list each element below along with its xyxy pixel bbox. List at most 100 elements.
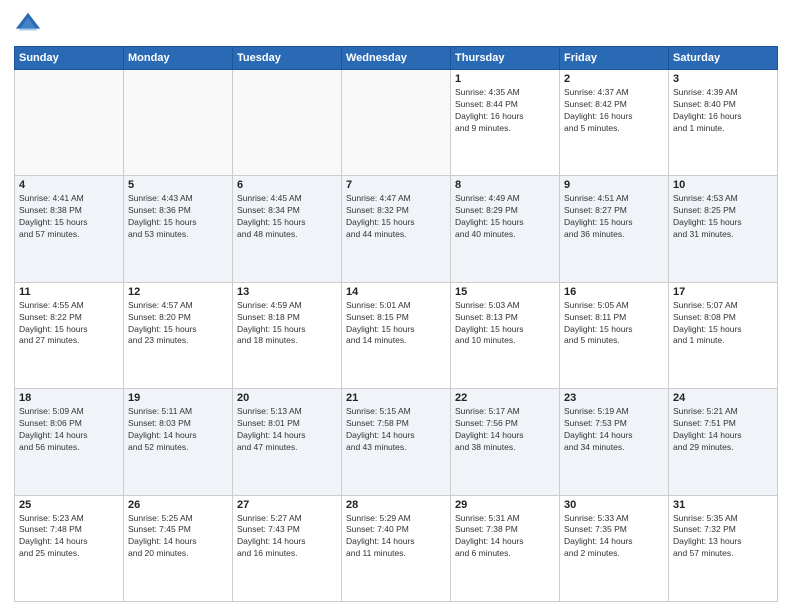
day-info: Sunrise: 5:01 AMSunset: 8:15 PMDaylight:… bbox=[346, 300, 446, 348]
day-number: 26 bbox=[128, 499, 228, 511]
day-number: 28 bbox=[346, 499, 446, 511]
calendar-cell: 4 Sunrise: 4:41 AMSunset: 8:38 PMDaylight… bbox=[15, 176, 124, 282]
day-info: Sunrise: 4:59 AMSunset: 8:18 PMDaylight:… bbox=[237, 300, 337, 348]
page: SundayMondayTuesdayWednesdayThursdayFrid… bbox=[0, 0, 792, 612]
calendar-cell: 13 Sunrise: 4:59 AMSunset: 8:18 PMDayligh… bbox=[233, 282, 342, 388]
day-info: Sunrise: 4:35 AMSunset: 8:44 PMDaylight:… bbox=[455, 87, 555, 135]
day-number: 12 bbox=[128, 286, 228, 298]
calendar-cell: 7 Sunrise: 4:47 AMSunset: 8:32 PMDaylight… bbox=[342, 176, 451, 282]
day-number: 8 bbox=[455, 179, 555, 191]
day-number: 24 bbox=[673, 392, 773, 404]
day-info: Sunrise: 4:49 AMSunset: 8:29 PMDaylight:… bbox=[455, 193, 555, 241]
calendar-cell bbox=[124, 70, 233, 176]
day-info: Sunrise: 5:05 AMSunset: 8:11 PMDaylight:… bbox=[564, 300, 664, 348]
calendar-cell: 19Sunrise: 5:11 AMSunset: 8:03 PMDayligh… bbox=[124, 389, 233, 495]
day-info: Sunrise: 5:13 AMSunset: 8:01 PMDaylight:… bbox=[237, 406, 337, 454]
calendar-week-row: 11Sunrise: 4:55 AMSunset: 8:22 PMDayligh… bbox=[15, 282, 778, 388]
calendar-cell: 15 Sunrise: 5:03 AMSunset: 8:13 PMDayligh… bbox=[451, 282, 560, 388]
calendar-cell: 14 Sunrise: 5:01 AMSunset: 8:15 PMDayligh… bbox=[342, 282, 451, 388]
day-info: Sunrise: 4:51 AMSunset: 8:27 PMDaylight:… bbox=[564, 193, 664, 241]
day-number: 18 bbox=[19, 392, 119, 404]
logo bbox=[14, 10, 46, 38]
calendar-cell: 25 Sunrise: 5:23 AMSunset: 7:48 PMDayligh… bbox=[15, 495, 124, 601]
day-number: 22 bbox=[455, 392, 555, 404]
day-number: 1 bbox=[455, 73, 555, 85]
day-info: Sunrise: 5:19 AMSunset: 7:53 PMDaylight:… bbox=[564, 406, 664, 454]
day-number: 29 bbox=[455, 499, 555, 511]
calendar-cell: 28 Sunrise: 5:29 AMSunset: 7:40 PMDayligh… bbox=[342, 495, 451, 601]
day-info: Sunrise: 4:45 AMSunset: 8:34 PMDaylight:… bbox=[237, 193, 337, 241]
day-number: 9 bbox=[564, 179, 664, 191]
day-number: 20 bbox=[237, 392, 337, 404]
day-number: 14 bbox=[346, 286, 446, 298]
day-info: Sunrise: 4:41 AMSunset: 8:38 PMDaylight:… bbox=[19, 193, 119, 241]
weekday-header-monday: Monday bbox=[124, 47, 233, 70]
day-info: Sunrise: 4:37 AMSunset: 8:42 PMDaylight:… bbox=[564, 87, 664, 135]
day-info: Sunrise: 5:15 AMSunset: 7:58 PMDaylight:… bbox=[346, 406, 446, 454]
calendar-cell bbox=[342, 70, 451, 176]
day-number: 19 bbox=[128, 392, 228, 404]
day-info: Sunrise: 5:31 AMSunset: 7:38 PMDaylight:… bbox=[455, 513, 555, 561]
calendar-cell: 23 Sunrise: 5:19 AMSunset: 7:53 PMDayligh… bbox=[560, 389, 669, 495]
calendar-cell: 17 Sunrise: 5:07 AMSunset: 8:08 PMDayligh… bbox=[669, 282, 778, 388]
calendar-cell: 21 Sunrise: 5:15 AMSunset: 7:58 PMDayligh… bbox=[342, 389, 451, 495]
calendar-cell: 24 Sunrise: 5:21 AMSunset: 7:51 PMDayligh… bbox=[669, 389, 778, 495]
calendar-cell: 29 Sunrise: 5:31 AMSunset: 7:38 PMDayligh… bbox=[451, 495, 560, 601]
calendar-week-row: 25 Sunrise: 5:23 AMSunset: 7:48 PMDayligh… bbox=[15, 495, 778, 601]
day-number: 21 bbox=[346, 392, 446, 404]
day-info: Sunrise: 5:17 AMSunset: 7:56 PMDaylight:… bbox=[455, 406, 555, 454]
day-number: 11 bbox=[19, 286, 119, 298]
calendar-cell: 9 Sunrise: 4:51 AMSunset: 8:27 PMDaylight… bbox=[560, 176, 669, 282]
calendar-cell: 11Sunrise: 4:55 AMSunset: 8:22 PMDayligh… bbox=[15, 282, 124, 388]
day-info: Sunrise: 5:03 AMSunset: 8:13 PMDaylight:… bbox=[455, 300, 555, 348]
calendar-cell: 3Sunrise: 4:39 AMSunset: 8:40 PMDaylight… bbox=[669, 70, 778, 176]
day-number: 13 bbox=[237, 286, 337, 298]
calendar-cell: 12 Sunrise: 4:57 AMSunset: 8:20 PMDayligh… bbox=[124, 282, 233, 388]
day-number: 6 bbox=[237, 179, 337, 191]
day-info: Sunrise: 5:25 AMSunset: 7:45 PMDaylight:… bbox=[128, 513, 228, 561]
calendar-cell: 30Sunrise: 5:33 AMSunset: 7:35 PMDayligh… bbox=[560, 495, 669, 601]
day-info: Sunrise: 4:53 AMSunset: 8:25 PMDaylight:… bbox=[673, 193, 773, 241]
day-info: Sunrise: 5:35 AMSunset: 7:32 PMDaylight:… bbox=[673, 513, 773, 561]
weekday-header-sunday: Sunday bbox=[15, 47, 124, 70]
calendar-cell: 16 Sunrise: 5:05 AMSunset: 8:11 PMDayligh… bbox=[560, 282, 669, 388]
day-info: Sunrise: 5:07 AMSunset: 8:08 PMDaylight:… bbox=[673, 300, 773, 348]
calendar-week-row: 4 Sunrise: 4:41 AMSunset: 8:38 PMDaylight… bbox=[15, 176, 778, 282]
day-info: Sunrise: 4:43 AMSunset: 8:36 PMDaylight:… bbox=[128, 193, 228, 241]
day-number: 4 bbox=[19, 179, 119, 191]
day-number: 15 bbox=[455, 286, 555, 298]
header bbox=[14, 10, 778, 38]
day-number: 10 bbox=[673, 179, 773, 191]
weekday-header-tuesday: Tuesday bbox=[233, 47, 342, 70]
calendar-cell: 18 Sunrise: 5:09 AMSunset: 8:06 PMDayligh… bbox=[15, 389, 124, 495]
calendar-week-row: 18 Sunrise: 5:09 AMSunset: 8:06 PMDayligh… bbox=[15, 389, 778, 495]
day-info: Sunrise: 4:57 AMSunset: 8:20 PMDaylight:… bbox=[128, 300, 228, 348]
weekday-header-saturday: Saturday bbox=[669, 47, 778, 70]
day-number: 25 bbox=[19, 499, 119, 511]
calendar-cell: 10 Sunrise: 4:53 AMSunset: 8:25 PMDayligh… bbox=[669, 176, 778, 282]
calendar-cell: 20 Sunrise: 5:13 AMSunset: 8:01 PMDayligh… bbox=[233, 389, 342, 495]
day-number: 30 bbox=[564, 499, 664, 511]
day-info: Sunrise: 5:29 AMSunset: 7:40 PMDaylight:… bbox=[346, 513, 446, 561]
calendar-cell: 31 Sunrise: 5:35 AMSunset: 7:32 PMDayligh… bbox=[669, 495, 778, 601]
day-info: Sunrise: 5:09 AMSunset: 8:06 PMDaylight:… bbox=[19, 406, 119, 454]
day-info: Sunrise: 5:23 AMSunset: 7:48 PMDaylight:… bbox=[19, 513, 119, 561]
day-number: 2 bbox=[564, 73, 664, 85]
calendar-cell: 8 Sunrise: 4:49 AMSunset: 8:29 PMDaylight… bbox=[451, 176, 560, 282]
day-number: 23 bbox=[564, 392, 664, 404]
logo-icon bbox=[14, 10, 42, 38]
weekday-header-thursday: Thursday bbox=[451, 47, 560, 70]
calendar-cell bbox=[233, 70, 342, 176]
calendar-cell: 5Sunrise: 4:43 AMSunset: 8:36 PMDaylight… bbox=[124, 176, 233, 282]
calendar-cell: 2 Sunrise: 4:37 AMSunset: 8:42 PMDaylight… bbox=[560, 70, 669, 176]
calendar-table: SundayMondayTuesdayWednesdayThursdayFrid… bbox=[14, 46, 778, 602]
weekday-header-row: SundayMondayTuesdayWednesdayThursdayFrid… bbox=[15, 47, 778, 70]
day-number: 16 bbox=[564, 286, 664, 298]
day-info: Sunrise: 4:47 AMSunset: 8:32 PMDaylight:… bbox=[346, 193, 446, 241]
day-number: 17 bbox=[673, 286, 773, 298]
day-number: 7 bbox=[346, 179, 446, 191]
day-number: 31 bbox=[673, 499, 773, 511]
day-info: Sunrise: 5:21 AMSunset: 7:51 PMDaylight:… bbox=[673, 406, 773, 454]
calendar-cell: 26 Sunrise: 5:25 AMSunset: 7:45 PMDayligh… bbox=[124, 495, 233, 601]
calendar-week-row: 1 Sunrise: 4:35 AMSunset: 8:44 PMDaylight… bbox=[15, 70, 778, 176]
